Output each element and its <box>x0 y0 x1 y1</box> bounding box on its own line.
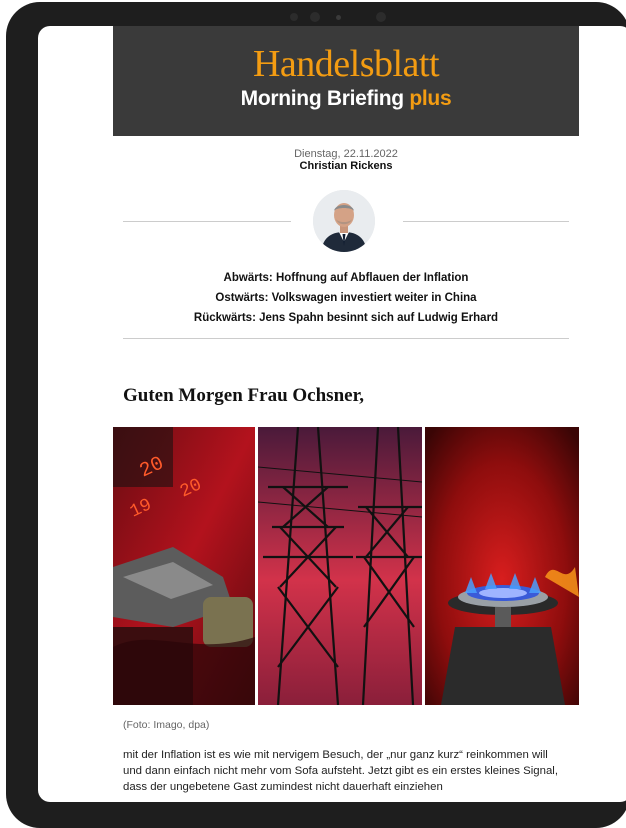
headline-item[interactable]: Abwärts: Hoffnung auf Abflauen der Infla… <box>113 268 579 288</box>
newsletter-email: Handelsblatt Morning Briefing plus Diens… <box>113 26 579 795</box>
issue-meta: Dienstag, 22.11.2022 Christian Rickens <box>113 148 579 172</box>
sensor-dot <box>290 13 298 21</box>
issue-date: Dienstag, 22.11.2022 <box>294 148 398 160</box>
headline-list: Abwärts: Hoffnung auf Abflauen der Infla… <box>113 268 579 328</box>
sensor-dot <box>376 12 386 22</box>
product-title: Morning Briefing plus <box>113 86 579 112</box>
photo-collage[interactable]: 20 20 19 <box>113 427 579 705</box>
author-divider <box>113 188 579 254</box>
tablet-device-frame: Handelsblatt Morning Briefing plus Diens… <box>6 2 626 828</box>
camera-icon <box>310 12 320 22</box>
brand-logo: Handelsblatt <box>252 43 440 85</box>
headline-item[interactable]: Rückwärts: Jens Spahn besinnt sich auf L… <box>113 308 579 328</box>
power-pylon-photo <box>258 427 422 705</box>
product-plus-label: plus <box>409 87 452 110</box>
sensor-dot <box>336 15 341 20</box>
author-avatar <box>313 190 375 252</box>
body-paragraph: mit der Inflation ist es wie mit nervige… <box>123 749 558 793</box>
headline-item[interactable]: Ostwärts: Volkswagen investiert weiter i… <box>113 288 579 308</box>
fuel-nozzle-photo: 20 20 19 <box>113 427 255 705</box>
divider-line <box>123 221 291 222</box>
tablet-screen: Handelsblatt Morning Briefing plus Diens… <box>38 26 626 802</box>
greeting-heading: Guten Morgen Frau Ochsner, <box>123 385 365 406</box>
author-name: Christian Rickens <box>299 160 393 172</box>
product-main-label: Morning Briefing <box>240 87 404 110</box>
gas-flame-photo <box>425 427 579 705</box>
divider-line <box>403 221 569 222</box>
camera-bar <box>288 11 398 23</box>
photo-caption: (Foto: Imago, dpa) <box>123 719 210 731</box>
masthead[interactable]: Handelsblatt Morning Briefing plus <box>113 26 579 136</box>
section-divider <box>123 338 569 339</box>
